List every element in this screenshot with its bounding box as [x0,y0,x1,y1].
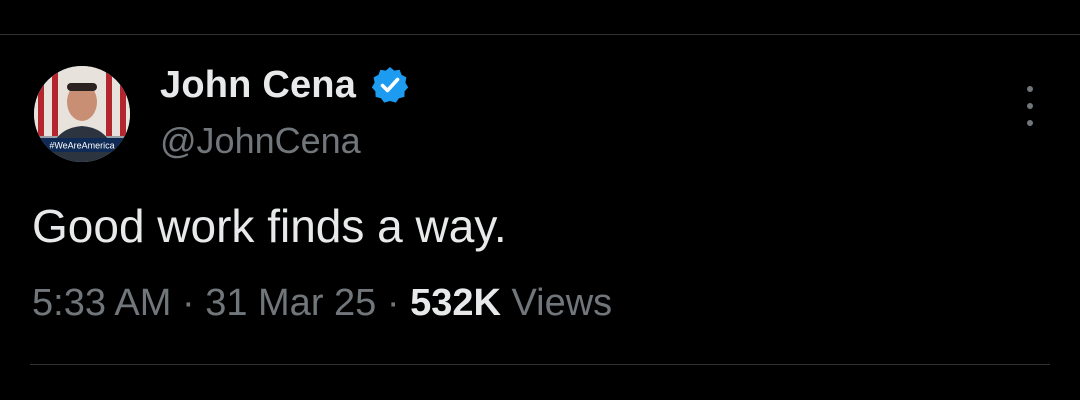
author-name-row: John Cena [160,62,410,108]
views-label-text: Views [511,282,613,324]
tweet-page: #WeAreAmerica John Cena @JohnCena Good w… [0,0,1080,400]
more-vertical-icon[interactable] [1016,86,1044,126]
bottom-divider [30,364,1050,365]
meta-separator: · [171,282,206,324]
tweet-date[interactable]: 31 Mar 25 [205,282,376,325]
tweet-text: Good work finds a way. [32,200,507,252]
avatar-banner-text: #WeAreAmerica [49,141,114,151]
tweet-meta: 5:33 AM · 31 Mar 25 · 532K Views [32,282,612,325]
more-dot [1027,103,1033,109]
more-dot [1027,120,1033,126]
top-divider [0,34,1080,35]
author-handle[interactable]: @JohnCena [160,120,410,162]
author-display-name[interactable]: John Cena [160,64,356,107]
verified-badge-icon[interactable] [370,65,410,105]
author-avatar[interactable]: #WeAreAmerica [34,66,130,162]
views-label[interactable]: Views [501,282,612,325]
more-dot [1027,86,1033,92]
author-block: John Cena @JohnCena [160,62,410,162]
views-count[interactable]: 532K [410,282,501,325]
meta-separator: · [376,282,411,324]
tweet-time[interactable]: 5:33 AM [32,282,171,325]
